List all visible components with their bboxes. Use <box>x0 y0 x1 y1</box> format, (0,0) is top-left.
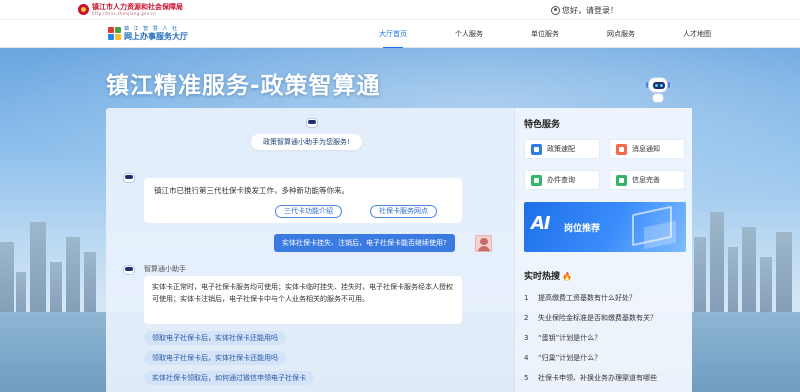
hot-item[interactable]: 2 失业保险金标准是否和缴费基数有关？ <box>524 313 689 323</box>
hot-item-number: 4 <box>524 354 529 362</box>
welcome-robot-icon <box>305 117 319 131</box>
hot-item-number: 1 <box>524 294 529 302</box>
site-brand[interactable]: 镇 江 智 慧 人 社 网上办事服务大厅 <box>108 26 188 41</box>
login-link[interactable]: 您好，请登录！ <box>551 5 618 16</box>
side-panel: 特色服务 政策速配 消息通知 办件查询 信息完善 AI 岗位推荐 实时热搜 🔥 1… <box>514 108 692 392</box>
service-case-query[interactable]: 办件查询 <box>524 170 600 190</box>
user-icon <box>551 6 560 15</box>
suggestion-item[interactable]: 领取电子社保卡后，实体社保卡还能用吗 <box>144 331 286 345</box>
hot-item-text: “蛋钥”计划是什么？ <box>538 334 602 342</box>
nav-item-personal[interactable]: 个人服务 <box>431 29 507 43</box>
hot-item-text: 提高缴费工资基数有什么好处？ <box>538 294 636 302</box>
nav-menu: 大厅首页 个人服务 单位服务 网点服务 人才地图 <box>355 29 735 49</box>
service-label: 消息通知 <box>632 145 660 153</box>
hot-item-text: 社保卡申领、补换业务办理渠道有哪些 <box>538 374 657 382</box>
welcome-message: 政策智算通小助手为您服务! <box>251 134 362 150</box>
chip-card-outlets[interactable]: 社保卡服务网点 <box>370 205 437 218</box>
assistant-robot-icon <box>646 75 670 105</box>
service-policy-match[interactable]: 政策速配 <box>524 139 600 159</box>
edit-info-icon <box>616 174 627 186</box>
service-label: 办件查询 <box>547 176 575 184</box>
hot-item-text: 失业保险金标准是否和缴费基数有关？ <box>538 314 657 322</box>
hot-item[interactable]: 1 提高缴费工资基数有什么好处？ <box>524 293 689 303</box>
nav-item-talent-map[interactable]: 人才地图 <box>659 29 735 43</box>
fire-icon: 🔥 <box>562 272 572 281</box>
main-nav: 镇 江 智 慧 人 社 网上办事服务大厅 大厅首页 个人服务 单位服务 网点服务… <box>0 20 800 49</box>
service-label: 政策速配 <box>547 145 575 153</box>
org-name: 镇江市人力资源和社会保障局 <box>92 3 183 11</box>
banner-ai-label: AI <box>531 213 551 234</box>
hot-item-number: 5 <box>524 374 529 382</box>
suggestion-item[interactable]: 领取电子社保卡后，实体社保卡还能用吗 <box>144 351 286 365</box>
login-text: 您好，请登录！ <box>562 6 618 15</box>
hot-item-number: 3 <box>524 334 529 342</box>
banner-text: 岗位推荐 <box>564 224 601 234</box>
hot-search-title: 实时热搜 🔥 <box>524 269 572 282</box>
brand-logo-icon <box>108 27 121 40</box>
ai-job-banner[interactable]: AI 岗位推荐 <box>524 202 686 252</box>
hero-title: 镇江精准服务-政策智算通 <box>106 73 381 99</box>
service-notifications[interactable]: 消息通知 <box>609 139 685 159</box>
hot-item-number: 2 <box>524 314 529 322</box>
bot-avatar-icon <box>122 264 136 278</box>
chat-panel: 政策智算通小助手为您服务! 镇江市已推行第三代社保卡换发工作，多种新功能等你来。… <box>106 108 514 392</box>
hot-search-title-text: 实时热搜 <box>524 272 561 282</box>
bell-icon <box>616 143 627 155</box>
search-doc-icon <box>531 174 542 186</box>
user-message: 实体社保卡挂失、注销后，电子社保卡能否继续使用? <box>274 234 455 252</box>
bot-message: 镇江市已推行第三代社保卡换发工作，多种新功能等你来。 三代卡功能介绍 社保卡服务… <box>144 178 462 223</box>
hot-item[interactable]: 3 “蛋钥”计划是什么？ <box>524 333 689 343</box>
hot-item[interactable]: 5 社保卡申领、补换业务办理渠道有哪些 <box>524 373 689 383</box>
policy-icon <box>531 143 542 155</box>
bot-avatar-icon <box>122 172 136 186</box>
bot-name: 智算通小助手 <box>144 265 186 273</box>
org-logo[interactable]: 镇江市人力资源和社会保障局 http://hrss.zhenjiang.gov.… <box>78 3 183 16</box>
service-info-complete[interactable]: 信息完善 <box>609 170 685 190</box>
chip-card-features[interactable]: 三代卡功能介绍 <box>275 205 342 218</box>
org-url: http://hrss.zhenjiang.gov.cn <box>92 11 156 16</box>
nav-item-company[interactable]: 单位服务 <box>507 29 583 43</box>
nav-item-outlets[interactable]: 网点服务 <box>583 29 659 43</box>
nav-item-home[interactable]: 大厅首页 <box>355 29 431 49</box>
hot-item-text: “归巢”计划是什么？ <box>538 354 602 362</box>
bot-answer-text: 实体卡正常时，电子社保卡服务均可使用；实体卡临时挂失、挂失时，电子社保卡服务经本… <box>152 283 453 303</box>
user-avatar <box>475 235 492 252</box>
service-label: 信息完善 <box>632 176 660 184</box>
top-bar: 镇江市人力资源和社会保障局 http://hrss.zhenjiang.gov.… <box>0 0 800 20</box>
brand-title: 网上办事服务大厅 <box>124 32 188 41</box>
bot-message-text: 镇江市已推行第三代社保卡换发工作，多种新功能等你来。 <box>154 186 349 195</box>
suggestion-item[interactable]: 实体社保卡领取后，如何通过微信申领电子社保卡 <box>144 371 314 385</box>
bot-answer: 实体卡正常时，电子社保卡服务均可使用；实体卡临时挂失、挂失时，电子社保卡服务经本… <box>144 276 462 324</box>
features-title: 特色服务 <box>524 120 561 130</box>
hot-item[interactable]: 4 “归巢”计划是什么？ <box>524 353 689 363</box>
national-emblem-icon <box>78 4 89 15</box>
